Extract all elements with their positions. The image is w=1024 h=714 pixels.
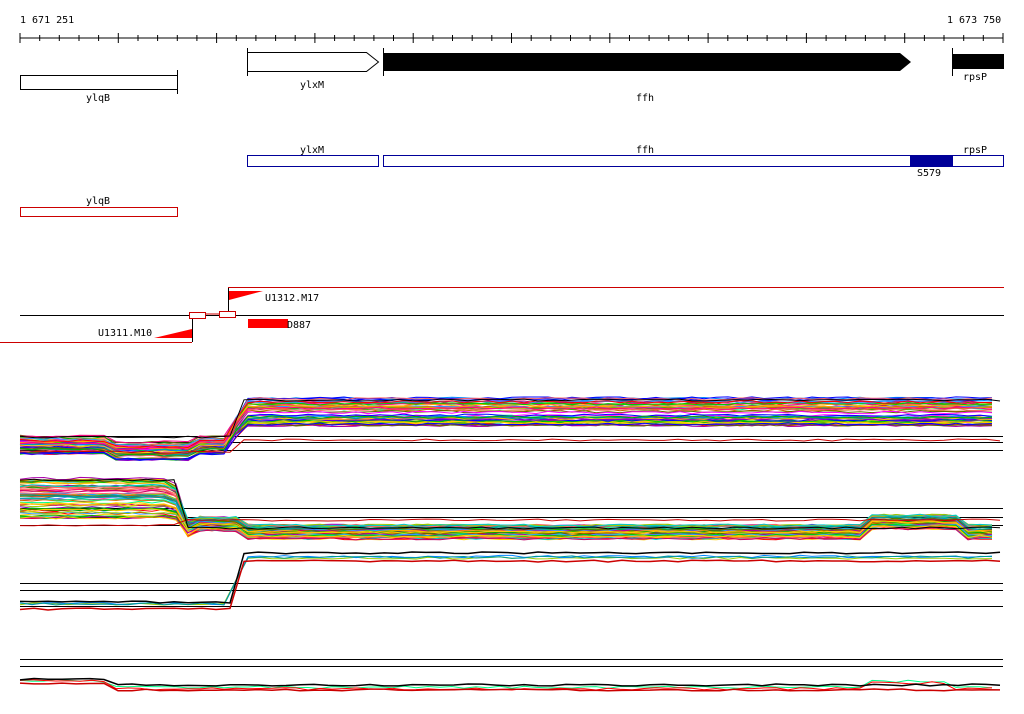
profile-line xyxy=(19,556,993,606)
probe-m17-label: U1312.M17 xyxy=(265,293,319,304)
profile-lines xyxy=(19,396,1001,462)
gene-ffh-label: ffh xyxy=(636,93,654,104)
ylqB-red-track: ylqB xyxy=(20,196,178,217)
probe-marker-2[interactable] xyxy=(219,311,236,318)
probe-m17-flag[interactable] xyxy=(229,291,263,300)
gene-rpsP[interactable] xyxy=(953,54,1004,69)
annotation-track: ylxM ffh S579 rpsP xyxy=(247,145,1004,179)
feature-S579[interactable] xyxy=(910,156,953,167)
profile-line xyxy=(19,406,993,461)
gene-ylxM-label: ylxM xyxy=(300,80,324,91)
probe-track: U1312.M17 D887 U1311.M10 xyxy=(0,287,1004,343)
expression-panel-1 xyxy=(19,396,1003,462)
red-ylqB-box[interactable] xyxy=(20,207,178,217)
coordinate-ruler: 1 671 251 1 673 750 xyxy=(19,15,1004,43)
annot-rpsP-label: rpsP xyxy=(963,145,987,156)
gene-ylqB-label: ylqB xyxy=(86,93,110,104)
expression-panel-4 xyxy=(19,659,1003,692)
profile-line xyxy=(19,677,1001,687)
profile-line xyxy=(19,554,993,606)
probe-m10-flag[interactable] xyxy=(154,329,192,338)
expression-panel-3 xyxy=(19,551,1003,611)
annot-ffh-label: ffh xyxy=(636,145,654,156)
ruler-start-label: 1 671 251 xyxy=(20,15,74,26)
profile-line xyxy=(19,551,1001,604)
profile-lines xyxy=(19,677,1001,692)
red-ylqB-label: ylqB xyxy=(86,196,110,207)
probe-marker-1[interactable] xyxy=(189,312,206,319)
probe-d887[interactable] xyxy=(248,319,288,328)
gene-track: ylqB ylxM ffh rpsP xyxy=(20,48,1004,104)
profile-lines xyxy=(19,551,1001,611)
annot-ylxM[interactable] xyxy=(247,155,379,167)
probe-d887-label: D887 xyxy=(287,320,311,331)
feature-S579-label: S579 xyxy=(917,168,941,179)
expression-panel-2 xyxy=(19,476,1003,541)
genome-browser-view: 1 671 251 1 673 750 ylqB ylxM ffh rpsP y… xyxy=(0,15,1004,692)
gene-rpsP-label: rpsP xyxy=(963,72,987,83)
annot-ylxM-label: ylxM xyxy=(300,145,324,156)
gene-ffh[interactable] xyxy=(383,53,911,71)
profile-line xyxy=(19,555,993,606)
gene-ylxM[interactable] xyxy=(247,52,380,72)
probe-m10-label: U1311.M10 xyxy=(98,328,152,339)
gene-ylqB[interactable] xyxy=(20,75,178,90)
profile-line xyxy=(19,423,993,444)
ruler-end-label: 1 673 750 xyxy=(947,15,1001,26)
